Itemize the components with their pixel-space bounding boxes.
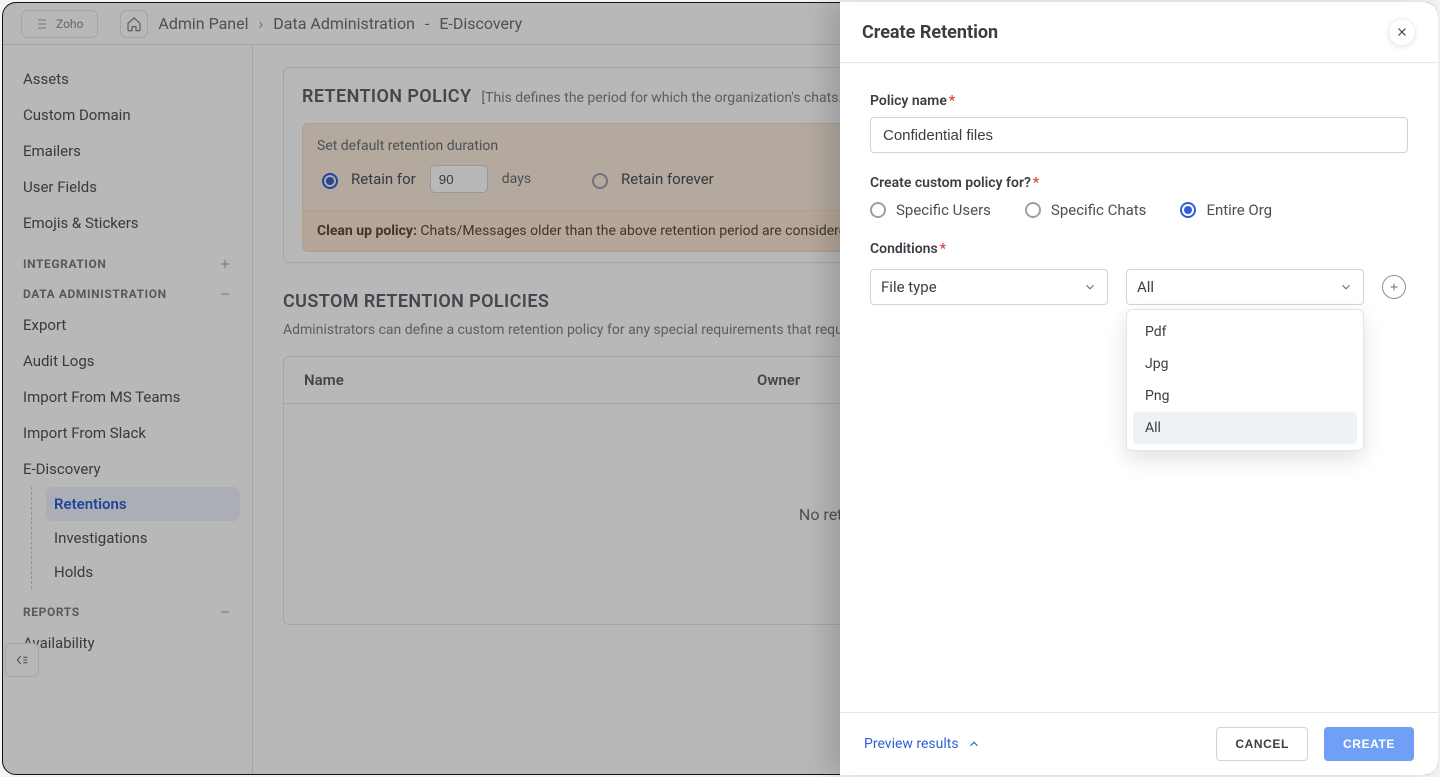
conditions-label-text: Conditions: [870, 241, 938, 257]
radio-icon: [870, 202, 886, 218]
dropdown-option-all[interactable]: All: [1133, 412, 1357, 444]
policy-for-org-label: Entire Org: [1206, 201, 1272, 219]
create-button[interactable]: CREATE: [1324, 727, 1414, 761]
preview-results[interactable]: Preview results: [864, 736, 981, 752]
condition-value-dropdown[interactable]: Pdf Jpg Png All: [1126, 309, 1364, 451]
required-asterisk: *: [949, 93, 955, 109]
condition-value-text: All: [1137, 278, 1154, 296]
policy-for-users-label: Specific Users: [896, 201, 991, 219]
condition-field-select[interactable]: File type: [870, 269, 1108, 305]
chevron-up-icon: [967, 737, 981, 751]
policy-name-label: Policy name*: [870, 93, 1408, 109]
chevron-down-icon: [1339, 280, 1353, 294]
policy-for-chats-label: Specific Chats: [1051, 201, 1147, 219]
policy-name-label-text: Policy name: [870, 93, 947, 109]
policy-for-org[interactable]: Entire Org: [1180, 201, 1272, 219]
condition-value-select[interactable]: All: [1126, 269, 1364, 305]
policy-for-users[interactable]: Specific Users: [870, 201, 991, 219]
close-button[interactable]: [1388, 18, 1416, 46]
drawer-title: Create Retention: [862, 22, 998, 43]
drawer-header: Create Retention: [840, 2, 1438, 63]
dropdown-option-png[interactable]: Png: [1133, 380, 1357, 412]
radio-icon: [1180, 202, 1196, 218]
required-asterisk: *: [1033, 175, 1039, 191]
policy-for-label-text: Create custom policy for?: [870, 175, 1031, 191]
close-icon: [1395, 25, 1409, 39]
policy-for-label: Create custom policy for?*: [870, 175, 1408, 191]
dropdown-option-jpg[interactable]: Jpg: [1133, 348, 1357, 380]
preview-results-label: Preview results: [864, 736, 959, 752]
dropdown-option-pdf[interactable]: Pdf: [1133, 316, 1357, 348]
policy-name-input[interactable]: [870, 117, 1408, 153]
conditions-row: File type All: [870, 269, 1408, 305]
plus-icon: [1388, 281, 1400, 293]
radio-icon: [1025, 202, 1041, 218]
condition-field-value: File type: [881, 278, 937, 296]
create-retention-drawer: Create Retention Policy name* Create cus…: [840, 2, 1438, 775]
add-condition-button[interactable]: [1382, 275, 1406, 299]
policy-for-options: Specific Users Specific Chats Entire Org: [870, 201, 1408, 219]
drawer-footer: Preview results CANCEL CREATE: [840, 712, 1438, 775]
cancel-button[interactable]: CANCEL: [1216, 727, 1308, 761]
chevron-down-icon: [1083, 280, 1097, 294]
conditions-label: Conditions*: [870, 241, 1408, 257]
policy-for-chats[interactable]: Specific Chats: [1025, 201, 1147, 219]
required-asterisk: *: [940, 241, 946, 257]
